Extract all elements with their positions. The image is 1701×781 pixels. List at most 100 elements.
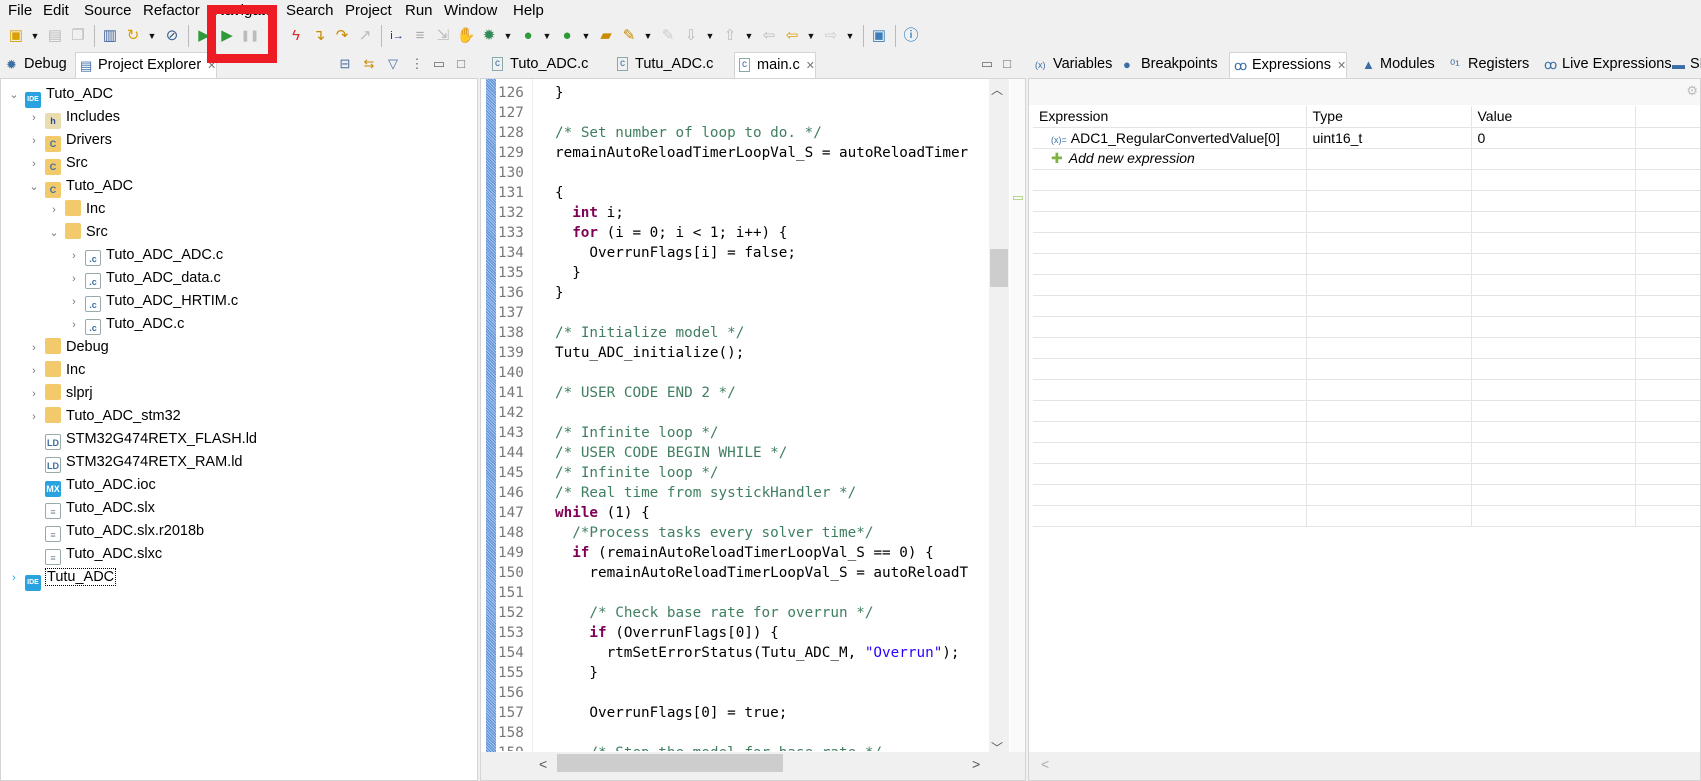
vertical-scrollbar[interactable]: ︿ ﹀ (989, 79, 1009, 759)
tree-item[interactable]: › .c Tuto_ADC.c (67, 313, 184, 336)
pen-disabled-icon[interactable]: ✎ (658, 26, 678, 46)
editor-minimize-icon[interactable]: ▭ (978, 55, 996, 73)
view-menu-icon[interactable]: ⋮ (408, 55, 426, 73)
chevron-right-icon[interactable]: › (67, 245, 81, 268)
dropdown-arrow-icon[interactable]: ▼ (580, 26, 592, 46)
chevron-right-icon[interactable]: › (27, 406, 41, 429)
chevron-right-icon[interactable]: › (27, 130, 41, 153)
tree-item[interactable]: › Inc (27, 359, 85, 382)
filter-icon[interactable]: ▽ (384, 55, 402, 73)
menu-search[interactable]: Search (286, 2, 334, 19)
horizontal-scrollbar[interactable]: < > (481, 752, 1025, 780)
tree-item[interactable]: › C Src (27, 152, 88, 175)
tree-item[interactable]: MX Tuto_ADC.ioc (27, 474, 156, 497)
dropdown-arrow-icon[interactable]: ▼ (844, 26, 856, 46)
tree-item[interactable]: LD STM32G474RETX_FLASH.ld (27, 428, 257, 451)
menu-edit[interactable]: Edit (43, 2, 69, 19)
close-tab-icon[interactable]: ✕ (806, 60, 815, 72)
dropdown-arrow-icon[interactable]: ▼ (146, 26, 158, 46)
step-into-icon[interactable]: ↴ (309, 26, 329, 46)
tree-item[interactable]: ⌄ C Tuto_ADC (27, 175, 133, 198)
column-type[interactable]: Type (1306, 106, 1472, 128)
dropdown-arrow-icon[interactable]: ▼ (704, 26, 716, 46)
use-step-filters-icon[interactable]: ≡ (410, 26, 430, 46)
expression-row[interactable]: (x)= ADC1_RegularConvertedValue[0] uint16_… (1033, 127, 1700, 149)
dropdown-arrow-icon[interactable]: ▼ (805, 26, 817, 46)
scroll-left-icon[interactable]: < (539, 756, 547, 772)
right-tab-modules[interactable]: ▲ Modules (1358, 52, 1435, 78)
instruction-step-icon[interactable]: i→ (387, 26, 407, 46)
chevron-right-icon[interactable]: › (27, 153, 41, 176)
menu-run[interactable]: Run (405, 2, 433, 19)
tree-item[interactable]: ≡ Tuto_ADC.slx.r2018b (27, 520, 204, 543)
collapse-all-icon[interactable]: ⊟ (336, 55, 354, 73)
right-tab-variables[interactable]: (x) Variables (1031, 52, 1112, 78)
tree-item[interactable]: › IDE Tutu_ADC (7, 566, 117, 591)
dropdown-arrow-icon[interactable]: ▼ (29, 26, 41, 46)
debug-icon[interactable]: ✹ (479, 26, 499, 46)
column-value[interactable]: Value (1471, 106, 1636, 128)
binary-icon[interactable]: ▥ (100, 26, 120, 46)
expressions-h-scrollbar[interactable]: < (1029, 752, 1700, 780)
scrollbar-thumb[interactable] (990, 249, 1008, 287)
tree-item[interactable]: ⌄ IDE Tuto_ADC (7, 83, 113, 108)
editor-tab-main-c[interactable]: c main.c ✕ (734, 52, 816, 78)
dropdown-arrow-icon[interactable]: ▼ (502, 26, 514, 46)
step-over-icon[interactable]: ↷ (332, 26, 352, 46)
chevron-down-icon[interactable]: ⌄ (47, 222, 61, 245)
next-annotation-icon[interactable]: ⇩ (681, 26, 701, 46)
tree-item[interactable]: › C Drivers (27, 129, 112, 152)
chevron-right-icon[interactable]: › (67, 291, 81, 314)
tree-item[interactable]: › .c Tuto_ADC_ADC.c (67, 244, 223, 267)
scroll-up-icon[interactable]: ︿ (991, 81, 1003, 98)
hand-icon[interactable]: ✋ (456, 26, 476, 46)
pen-icon[interactable]: ✎ (619, 26, 639, 46)
chevron-right-icon[interactable]: › (67, 268, 81, 291)
back-icon[interactable]: ⇦ (782, 26, 802, 46)
add-expression-cell[interactable]: ✚ Add new expression (1033, 148, 1307, 170)
menu-project[interactable]: Project (345, 2, 392, 19)
external-tools-icon[interactable]: ● (557, 26, 577, 46)
tree-item[interactable]: › Debug (27, 336, 109, 359)
value-cell[interactable]: 0 (1471, 127, 1636, 149)
editor-maximize-icon[interactable]: □ (998, 55, 1016, 73)
dropdown-arrow-icon[interactable]: ▼ (743, 26, 755, 46)
tree-item[interactable]: LD STM32G474RETX_RAM.ld (27, 451, 242, 474)
tree-item[interactable]: › slprj (27, 382, 93, 405)
step-return-icon[interactable]: ↗ (355, 26, 375, 46)
tree-item[interactable]: › .c Tuto_ADC_data.c (67, 267, 221, 290)
chevron-right-icon[interactable]: › (67, 314, 81, 337)
maximize-icon[interactable]: □ (452, 55, 470, 73)
chevron-down-icon[interactable]: ⌄ (27, 176, 41, 199)
left-tab-debug[interactable]: ✹ Debug (2, 52, 67, 78)
drop-to-frame-icon[interactable]: ⇲ (433, 26, 453, 46)
add-expression-row[interactable]: ✚ Add new expression (1033, 148, 1700, 170)
menu-refactor[interactable]: Refactor (143, 2, 200, 19)
view-toolbar-icon[interactable]: ⚙ (1686, 83, 1698, 99)
chevron-right-icon[interactable]: › (7, 567, 21, 590)
info-icon[interactable]: ⓘ (901, 26, 921, 46)
prev-annotation-icon[interactable]: ⇧ (720, 26, 740, 46)
perspective-icon[interactable]: ▣ (869, 26, 889, 46)
open-folder-icon[interactable]: ▰ (596, 26, 616, 46)
tree-item[interactable]: › h Includes (27, 106, 120, 129)
chevron-right-icon[interactable]: › (27, 383, 41, 406)
build-icon[interactable]: ↻ (123, 26, 143, 46)
right-tab-sf[interactable]: ▬ SF (1668, 52, 1701, 78)
tree-item[interactable]: › Inc (47, 198, 105, 221)
tree-item[interactable]: ≡ Tuto_ADC.slxc (27, 543, 162, 566)
scroll-right-icon[interactable]: > (972, 756, 980, 772)
code-editor[interactable]: ︿ ﹀ < > (480, 78, 1026, 781)
column-expression[interactable]: Expression (1033, 106, 1307, 128)
right-tab-breakpoints[interactable]: ● Breakpoints (1119, 52, 1218, 78)
run-icon[interactable]: ● (518, 26, 538, 46)
chevron-right-icon[interactable]: › (27, 337, 41, 360)
chevron-right-icon[interactable]: › (47, 199, 61, 222)
minimize-icon[interactable]: ▭ (430, 55, 448, 73)
tree-item[interactable]: ⌄ Src (47, 221, 108, 244)
editor-tab-tuto-adc-c[interactable]: c Tuto_ADC.c (488, 52, 588, 78)
left-tab-project-explorer[interactable]: ▤ Project Explorer ✕ (75, 52, 218, 78)
last-edit-icon[interactable]: ⇦ (759, 26, 779, 46)
add-expression-label[interactable]: Add new expression (1069, 150, 1195, 166)
tree-item[interactable]: ≡ Tuto_ADC.slx (27, 497, 155, 520)
